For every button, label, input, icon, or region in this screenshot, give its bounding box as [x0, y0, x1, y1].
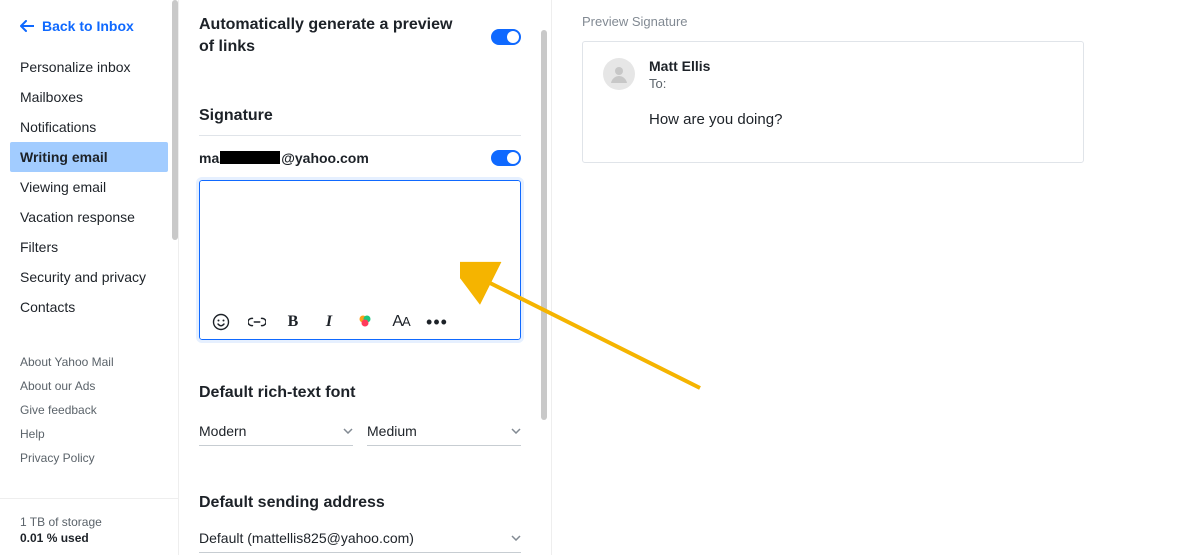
divider — [199, 135, 521, 136]
footer-about-ads[interactable]: About our Ads — [0, 374, 178, 398]
storage-info: 1 TB of storage 0.01 % used — [0, 498, 178, 555]
signature-toggle[interactable] — [491, 150, 521, 166]
default-address-value: Default (mattellis825@yahoo.com) — [199, 530, 414, 546]
chevron-down-icon — [343, 428, 353, 434]
nav-mailboxes[interactable]: Mailboxes — [0, 82, 178, 112]
footer-about-yahoo[interactable]: About Yahoo Mail — [0, 350, 178, 374]
preview-title: Preview Signature — [582, 14, 1174, 29]
font-size-icon[interactable]: AA — [392, 313, 410, 331]
nav-filters[interactable]: Filters — [0, 232, 178, 262]
signature-textarea[interactable] — [200, 181, 520, 305]
settings-sidebar: Back to Inbox Personalize inbox Mailboxe… — [0, 0, 179, 555]
sidebar-scrollbar[interactable] — [172, 0, 178, 240]
signature-heading: Signature — [199, 105, 521, 127]
default-address-select[interactable]: Default (mattellis825@yahoo.com) — [199, 524, 521, 553]
font-family-select[interactable]: Modern — [199, 417, 353, 446]
redacted-text — [220, 151, 280, 164]
storage-total: 1 TB of storage — [20, 515, 158, 529]
footer-privacy[interactable]: Privacy Policy — [0, 446, 178, 470]
emoji-icon[interactable] — [212, 313, 230, 331]
nav-security[interactable]: Security and privacy — [0, 262, 178, 292]
avatar — [603, 58, 635, 90]
back-to-inbox-link[interactable]: Back to Inbox — [0, 18, 178, 52]
link-icon[interactable] — [248, 313, 266, 331]
signature-editor: B I AA ••• — [199, 180, 521, 340]
nav-notifications[interactable]: Notifications — [0, 112, 178, 142]
preview-panel: Preview Signature Matt Ellis To: How are… — [551, 0, 1198, 555]
back-label: Back to Inbox — [42, 18, 134, 34]
footer-feedback[interactable]: Give feedback — [0, 398, 178, 422]
settings-nav: Personalize inbox Mailboxes Notification… — [0, 52, 178, 322]
default-address-heading: Default sending address — [199, 492, 521, 514]
nav-personalize[interactable]: Personalize inbox — [0, 52, 178, 82]
nav-vacation[interactable]: Vacation response — [0, 202, 178, 232]
bold-button[interactable]: B — [284, 313, 302, 331]
auto-preview-heading: Automatically generate a preview of link… — [199, 14, 459, 57]
preview-card: Matt Ellis To: How are you doing? — [582, 41, 1084, 163]
panel-scrollbar[interactable] — [541, 30, 547, 420]
settings-panel: Automatically generate a preview of link… — [179, 0, 541, 555]
color-icon[interactable] — [356, 313, 374, 331]
footer-help[interactable]: Help — [0, 422, 178, 446]
default-font-heading: Default rich-text font — [199, 382, 521, 404]
arrow-left-icon — [20, 20, 34, 32]
storage-used: 0.01 % used — [20, 531, 158, 545]
preview-to: To: — [649, 76, 710, 91]
font-size-select[interactable]: Medium — [367, 417, 521, 446]
nav-viewing-email[interactable]: Viewing email — [0, 172, 178, 202]
font-size-value: Medium — [367, 423, 417, 439]
footer-links: About Yahoo Mail About our Ads Give feed… — [0, 350, 178, 470]
italic-button[interactable]: I — [320, 313, 338, 331]
preview-body: How are you doing? — [649, 111, 1063, 128]
signature-account-row: ma @yahoo.com — [199, 150, 521, 166]
editor-toolbar: B I AA ••• — [200, 305, 520, 339]
preview-from: Matt Ellis — [649, 58, 710, 74]
font-family-value: Modern — [199, 423, 246, 439]
person-icon — [608, 63, 630, 85]
nav-writing-email[interactable]: Writing email — [10, 142, 168, 172]
more-icon[interactable]: ••• — [428, 313, 446, 331]
chevron-down-icon — [511, 428, 521, 434]
nav-contacts[interactable]: Contacts — [0, 292, 178, 322]
chevron-down-icon — [511, 535, 521, 541]
auto-preview-toggle[interactable] — [491, 29, 521, 45]
account-email: ma @yahoo.com — [199, 150, 369, 166]
